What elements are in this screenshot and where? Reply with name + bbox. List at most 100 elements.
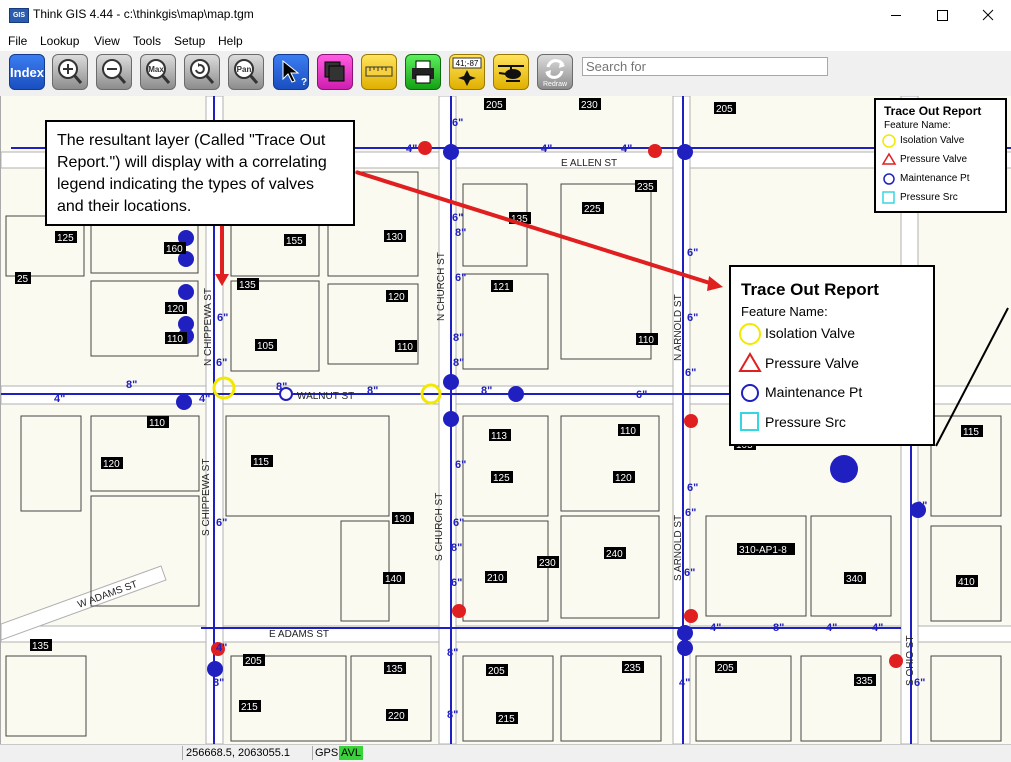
legend-small-item-pressure-src: Pressure Src [900,192,958,203]
parcel-number: 310-AP1-8 [737,543,795,556]
svg-text:120: 120 [103,459,120,470]
minimize-button[interactable] [873,0,919,31]
svg-text:230: 230 [539,558,556,569]
parcel-number: 120 [613,471,635,484]
svg-text:105: 105 [257,341,274,352]
legend-small: Trace Out Report Feature Name: Isolation… [874,98,1007,213]
pipe-diameter-label: 4" [679,677,690,689]
avl-button[interactable] [493,54,529,90]
parcel-number: 340 [844,572,866,585]
redraw-button[interactable]: Redraw [537,54,573,90]
window-title: Think GIS 4.44 - c:\thinkgis\map\map.tgm [33,7,254,21]
parcel-number: 160 [164,242,186,255]
pipe-diameter-label: 8" [447,709,458,721]
pipe-diameter-label: 8" [367,385,378,397]
legend-title: Trace Out Report [741,280,879,299]
pipe-diameter-label: 8" [126,379,137,391]
svg-text:120: 120 [167,304,184,315]
parcel-number: 215 [239,700,261,713]
street-label-s-arnold: S ARNOLD ST [673,515,684,581]
pipe-diameter-label: 4" [826,622,837,634]
pressure-valve-icon [881,152,897,165]
legend-subtitle: Feature Name: [741,304,828,319]
parcel-number: 230 [579,98,601,111]
identify-cursor-icon: ? [282,59,307,88]
zoom-out-button[interactable] [96,54,132,90]
measure-button[interactable] [361,54,397,90]
printer-icon [412,60,434,84]
svg-text:225: 225 [584,204,601,215]
pipe-diameter-label: 6" [636,389,647,401]
pipe-diameter-label: 8" [453,357,464,369]
pipe-diameter-label: 6" [216,357,227,369]
street-label-n-chippewa: N CHIPPEWA ST [203,288,214,366]
layers-icon [324,61,345,82]
legend-small-symbols [881,134,897,204]
identify-button[interactable]: ? [273,54,309,90]
pipe-diameter-label: 6" [452,212,463,224]
helicopter-icon [498,65,524,82]
parcel-number: 125 [491,471,513,484]
pipe-diameter-label: 8" [447,647,458,659]
print-button[interactable] [405,54,441,90]
pipe-diameter-label: 8" [773,622,784,634]
menu-file[interactable]: File [8,34,27,48]
close-button[interactable] [965,0,1011,31]
zoom-max-icon: Max [146,59,171,84]
parcel-number: 110 [395,340,417,353]
svg-text:235: 235 [624,663,641,674]
menu-lookup[interactable]: Lookup [40,34,79,48]
redraw-label: Redraw [543,81,568,88]
parcel-number: 140 [383,572,405,585]
svg-text:205: 205 [486,100,503,111]
parcel-number: 235 [622,661,644,674]
menu-setup[interactable]: Setup [174,34,205,48]
layers-button[interactable] [317,54,353,90]
zoom-previous-button[interactable] [184,54,220,90]
maximize-button[interactable] [919,0,965,31]
parcel-number: 220 [386,709,408,722]
pipe-diameter-label: 4" [541,143,552,155]
svg-text:410: 410 [958,577,975,588]
svg-text:?: ? [301,77,307,88]
pipe-diameter-label: 8" [455,227,466,239]
parcel-number: 235 [635,180,657,193]
legend-item-pressure-src: Pressure Src [765,414,846,430]
parcel-number: 215 [496,712,518,725]
index-icon: Index [10,65,45,80]
isolation-valve-icon [882,134,896,148]
pipe-diameter-label: 6" [455,272,466,284]
parcel-number: 210 [485,571,507,584]
menu-view[interactable]: View [94,34,120,48]
zoom-in-button[interactable] [52,54,88,90]
menu-tools[interactable]: Tools [133,34,161,48]
index-button[interactable]: Index [9,54,45,90]
svg-text:135: 135 [32,641,49,652]
app-icon: GIS [9,8,29,23]
pressure-valve-icon [738,352,762,372]
street-label-s-chippewa: S CHIPPEWA ST [201,459,212,536]
legend-small-item-maintenance: Maintenance Pt [900,173,970,184]
legend-item-maintenance-pt: Maintenance Pt [765,384,863,400]
parcel-number: 205 [243,654,265,667]
pipe-diameter-label: 6" [687,312,698,324]
menu-help[interactable]: Help [218,34,243,48]
parcel-number: 113 [489,429,511,442]
pan-label: Pan [237,65,252,74]
street-label-s-church: S CHURCH ST [434,493,445,561]
pressure-src-icon [740,412,759,431]
search-input[interactable] [582,57,828,76]
pipe-diameter-label: 6" [452,117,463,129]
isolation-valve-icon [739,323,761,345]
title-bar: GIS Think GIS 4.44 - c:\thinkgis\map\map… [0,0,1011,31]
street-label-n-church: N CHURCH ST [436,252,447,321]
svg-text:25: 25 [17,274,29,285]
pressure-src-icon [882,191,895,204]
gps-location-button[interactable]: 41;-87 [449,54,485,90]
maintenance-pt-icon [741,384,759,402]
legend-small-item-pressure-valve: Pressure Valve [900,154,968,165]
pipe-diameter-label: 6" [216,517,227,529]
pan-button[interactable]: Pan [228,54,264,90]
parcel-number: 125 [55,231,77,244]
zoom-max-button[interactable]: Max [140,54,176,90]
